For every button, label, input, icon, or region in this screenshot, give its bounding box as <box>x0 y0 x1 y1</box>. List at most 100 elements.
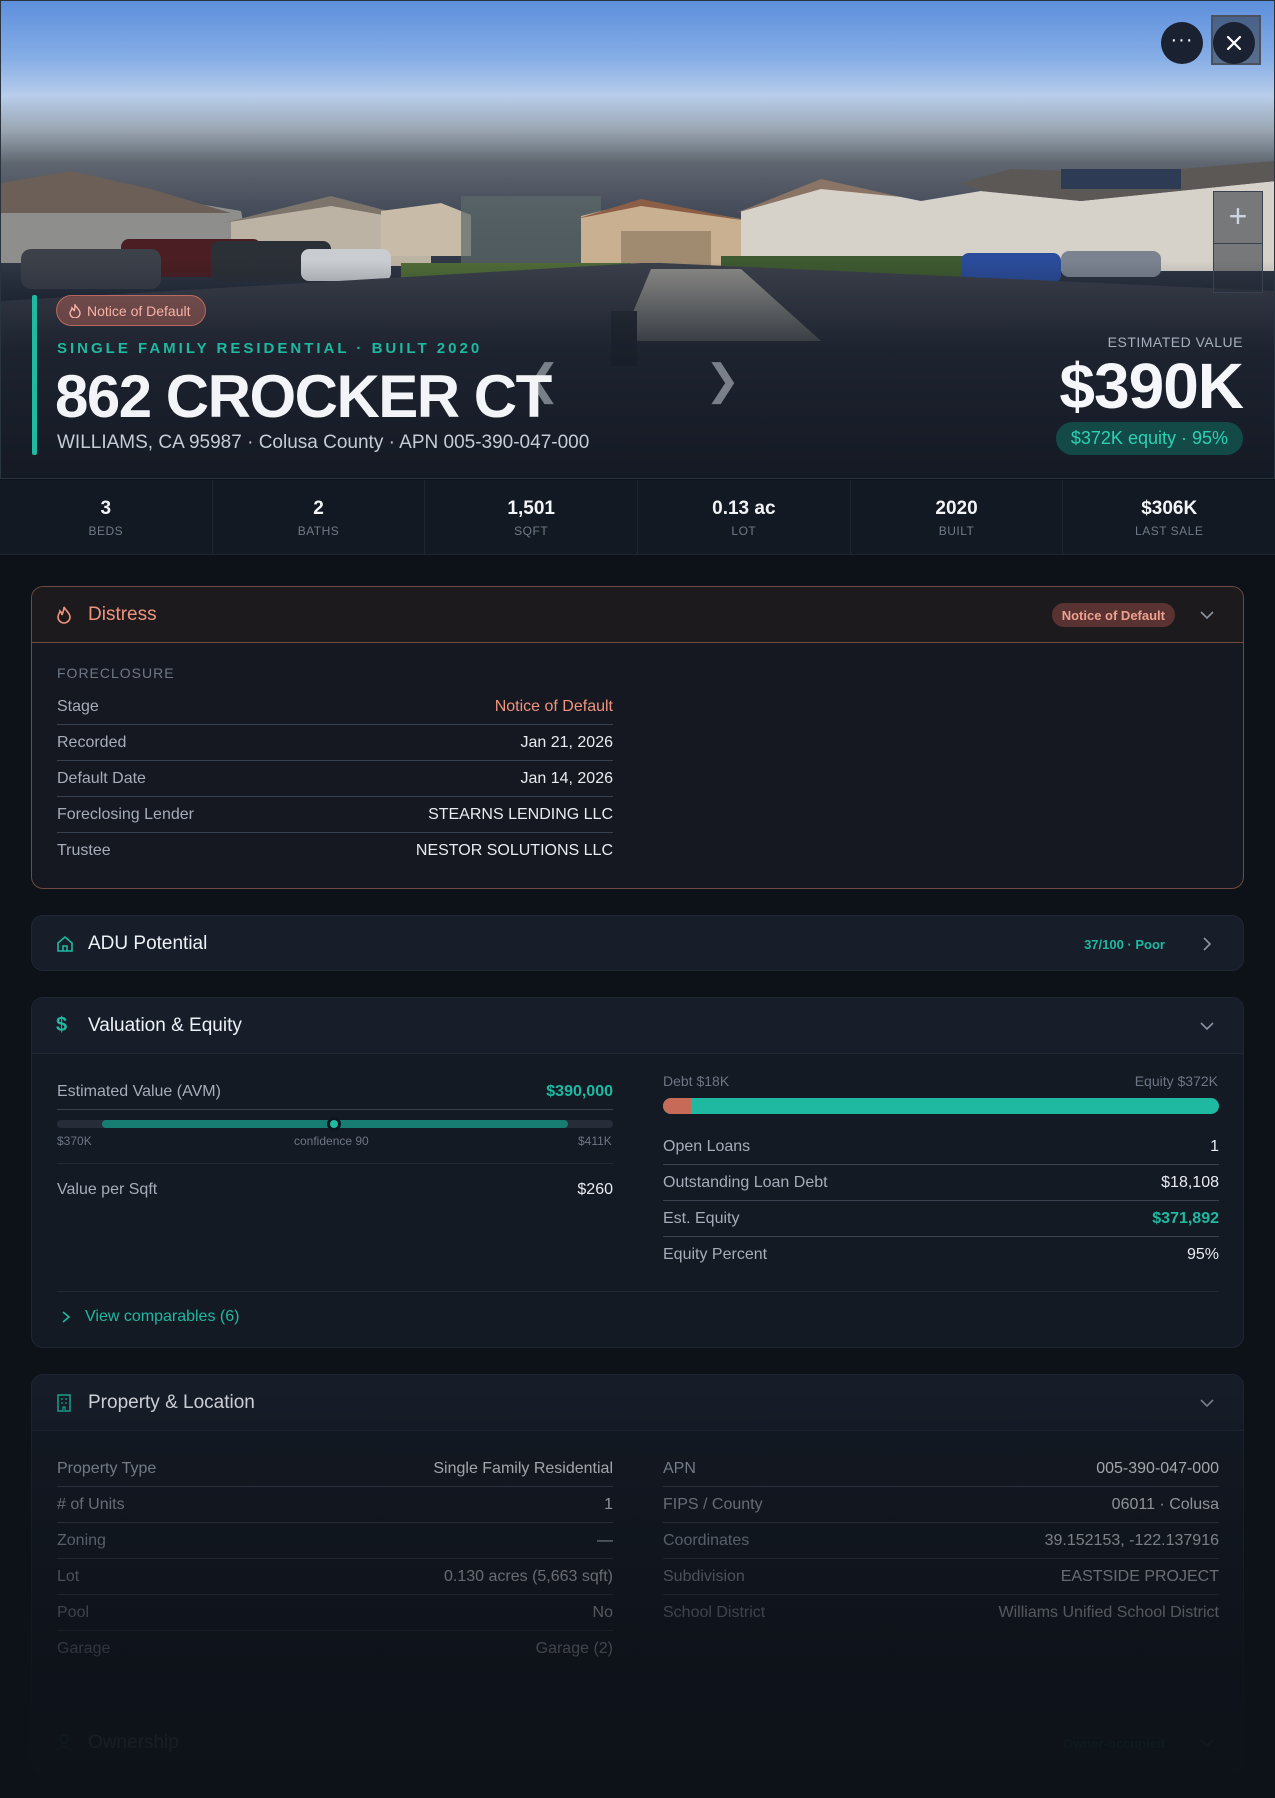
property-header[interactable]: Property & Location <box>32 1375 1243 1431</box>
row-value: $371,892 <box>1152 1209 1219 1227</box>
property-type-line: SINGLE FAMILY RESIDENTIAL · BUILT 2020 <box>57 340 483 357</box>
distress-row-default-date: Default Date Jan 14, 2026 <box>57 761 613 797</box>
row-label: Stage <box>57 697 99 715</box>
confidence-label: confidence 90 <box>294 1134 369 1148</box>
adu-header[interactable]: ADU Potential 37/100 · Poor <box>32 916 1243 970</box>
distress-title: Distress <box>88 603 157 625</box>
debt-segment <box>663 1098 691 1114</box>
stat-value: 3 <box>100 498 112 519</box>
estimated-value: $390K <box>1059 350 1244 422</box>
lot-row: Lot 0.130 acres (5,663 sqft) <box>57 1559 613 1595</box>
divider <box>57 1163 613 1164</box>
hero-street-view[interactable]: ❮ ❯ ··· + Notice of Default SINGLE FAMIL… <box>0 0 1275 479</box>
row-value: $18,108 <box>1161 1173 1219 1191</box>
adu-potential-card[interactable]: ADU Potential 37/100 · Poor <box>31 915 1244 971</box>
estimated-value-label: ESTIMATED VALUE <box>1107 334 1243 350</box>
chevron-down-icon[interactable] <box>1197 1016 1217 1036</box>
zoom-control: + <box>1213 191 1263 293</box>
row-value: 0.130 acres (5,663 sqft) <box>444 1567 613 1585</box>
row-value: Jan 21, 2026 <box>520 733 613 751</box>
stat-value: $306K <box>1141 498 1198 519</box>
row-label: Equity Percent <box>663 1246 768 1263</box>
zoom-out-button[interactable] <box>1214 243 1262 293</box>
building-icon <box>56 1393 74 1412</box>
avm-row: Estimated Value (AVM) $390,000 <box>57 1074 613 1110</box>
row-label: # of Units <box>57 1495 125 1513</box>
more-icon: ··· <box>1170 29 1194 51</box>
stat-beds: 3 BEDS <box>0 480 213 554</box>
chevron-down-icon[interactable] <box>1197 605 1217 625</box>
row-value: Notice of Default <box>494 697 613 715</box>
row-label: Est. Equity <box>663 1209 740 1227</box>
range-low-label: $370K <box>57 1134 92 1148</box>
valuation-header[interactable]: $ Valuation & Equity <box>32 998 1243 1054</box>
distress-badge: Notice of Default <box>56 295 206 326</box>
row-label: School District <box>663 1604 766 1621</box>
garage-row: Garage Garage (2) <box>57 1631 613 1667</box>
subdivision-row: Subdivision EASTSIDE PROJECT <box>663 1559 1219 1595</box>
row-label: FIPS / County <box>663 1495 763 1513</box>
row-value: 95% <box>1186 1246 1219 1263</box>
dollar-icon: $ <box>56 1014 68 1036</box>
property-stats-bar: 3 BEDS 2 BATHS 1,501 SQFT 0.13 ac LOT 2020 BU… <box>0 480 1275 555</box>
close-icon <box>1226 35 1242 51</box>
stat-label: BEDS <box>88 524 124 538</box>
equity-pill: $372K equity · 95% <box>1055 422 1243 455</box>
chevron-down-icon[interactable] <box>1197 1393 1217 1413</box>
row-label: Default Date <box>57 769 146 787</box>
row-value: 005-390-047-000 <box>1096 1459 1219 1477</box>
ownership-header[interactable]: Ownership Owner-occupied <box>32 1715 1243 1769</box>
row-label: Pool <box>57 1603 90 1621</box>
row-value: EASTSIDE PROJECT <box>1060 1567 1219 1585</box>
flame-icon <box>69 303 81 318</box>
chevron-right-icon[interactable] <box>1197 934 1217 954</box>
adu-title: ADU Potential <box>88 933 208 954</box>
row-label: Outstanding Loan Debt <box>663 1173 828 1191</box>
distress-row-stage: Stage Notice of Default <box>57 689 613 725</box>
row-label: Open Loans <box>663 1137 751 1155</box>
property-title: Property & Location <box>88 1391 255 1413</box>
row-label: APN <box>663 1459 696 1477</box>
address-subline: WILLIAMS, CA 95987 · Colusa County · APN… <box>57 432 590 453</box>
range-high-label: $411K <box>578 1134 612 1148</box>
distress-row-recorded: Recorded Jan 21, 2026 <box>57 725 613 761</box>
row-label: Foreclosing Lender <box>57 805 194 823</box>
loan-debt-row: Outstanding Loan Debt $18,108 <box>663 1165 1219 1201</box>
stat-label: LOT <box>731 524 757 538</box>
school-district-row: School District Williams Unified School D… <box>663 1595 1219 1631</box>
close-button[interactable] <box>1213 22 1255 64</box>
stat-baths: 2 BATHS <box>213 480 426 554</box>
stat-value: 2020 <box>935 498 978 519</box>
more-options-button[interactable]: ··· <box>1161 22 1203 64</box>
fips-row: FIPS / County 06011 · Colusa <box>663 1487 1219 1523</box>
est-equity-row: Est. Equity $371,892 <box>663 1201 1219 1237</box>
ownership-card[interactable]: Ownership Owner-occupied <box>31 1714 1244 1770</box>
zoom-in-icon[interactable]: + <box>1214 192 1262 242</box>
row-value: 39.152153, -122.137916 <box>1044 1531 1219 1549</box>
row-label: Property Type <box>57 1459 157 1477</box>
row-label: Value per Sqft <box>57 1181 158 1198</box>
equity-label: Equity $372K <box>1134 1073 1218 1089</box>
distress-header[interactable]: Distress Notice of Default <box>32 587 1243 643</box>
avm-marker <box>327 1117 341 1131</box>
pano-right-arrow-icon[interactable]: ❯ <box>705 355 740 404</box>
stat-value: 2 <box>313 498 324 519</box>
coordinates-row: Coordinates 39.152153, -122.137916 <box>663 1523 1219 1559</box>
user-icon <box>56 1734 74 1752</box>
row-value: Single Family Residential <box>433 1459 613 1477</box>
zoning-row: Zoning — <box>57 1523 613 1559</box>
value-per-sqft-row: Value per Sqft $260 <box>57 1172 613 1208</box>
divider <box>57 1291 1219 1292</box>
flame-icon <box>56 606 74 624</box>
distress-row-trustee: Trustee NESTOR SOLUTIONS LLC <box>57 833 613 869</box>
row-value: 06011 · Colusa <box>1111 1495 1219 1513</box>
stat-label: LAST SALE <box>1135 524 1204 538</box>
row-value: Williams Unified School District <box>998 1604 1220 1621</box>
hero-accent-bar <box>32 295 37 455</box>
row-value: $390,000 <box>546 1082 613 1100</box>
chevron-down-icon[interactable] <box>1197 1733 1217 1753</box>
view-comparables-link[interactable]: View comparables (6) <box>61 1308 239 1326</box>
row-value: 1 <box>1210 1137 1219 1155</box>
view-comparables-label: View comparables (6) <box>85 1308 240 1325</box>
row-label: Recorded <box>57 733 127 751</box>
